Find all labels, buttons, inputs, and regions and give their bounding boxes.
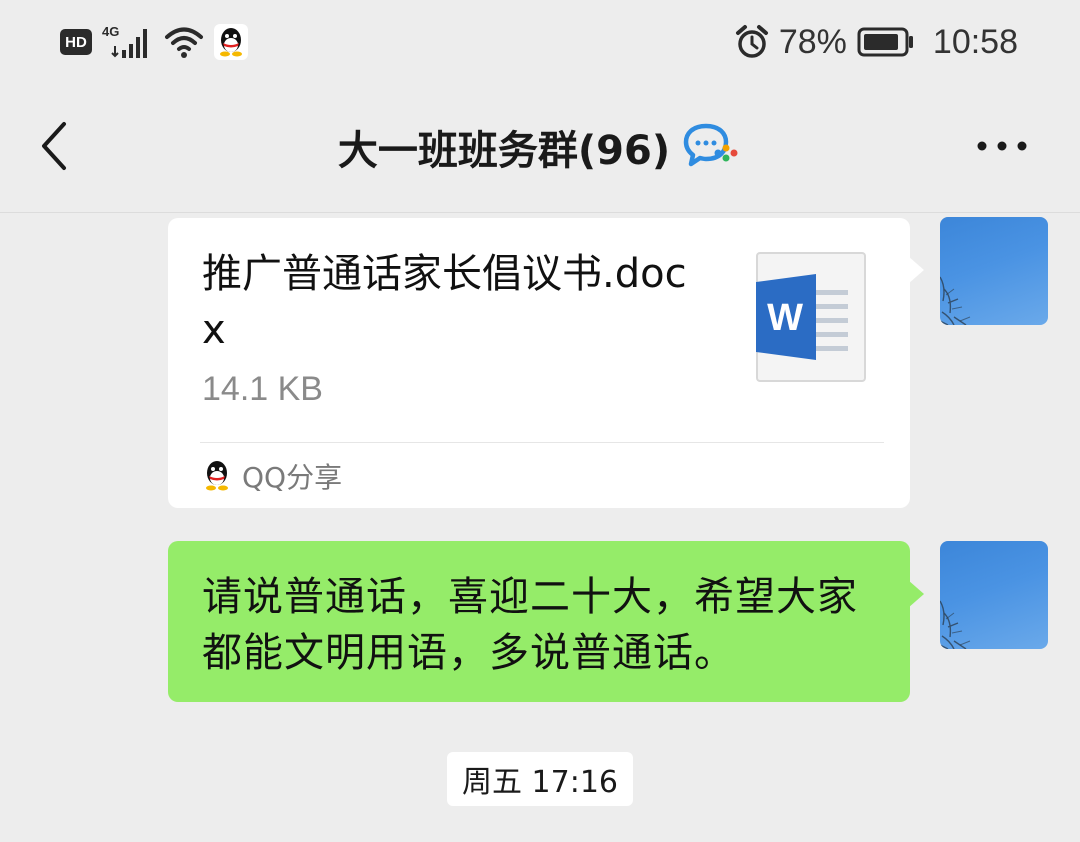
signal-icon: 4G	[102, 24, 154, 60]
status-bar-right: 78% 10:58	[735, 22, 1018, 62]
chat-bubble-icon	[683, 123, 738, 167]
chat-header: 大一班班务群(96)	[0, 84, 1080, 213]
avatar[interactable]	[940, 217, 1048, 325]
word-document-icon: W	[756, 252, 866, 382]
more-dots-icon[interactable]	[972, 124, 1032, 168]
qq-icon	[206, 461, 228, 491]
file-message-card[interactable]: 推广普通话家长倡议书.docx 14.1 KB W QQ分享	[168, 218, 910, 508]
status-bar-left: HD 4G	[60, 22, 248, 62]
file-source-label: QQ分享	[242, 461, 343, 494]
battery-percent: 78%	[778, 22, 847, 61]
wifi-icon	[165, 27, 203, 58]
file-card-tail	[908, 256, 924, 284]
file-size: 14.1 KB	[202, 370, 323, 408]
status-bar: HD 4G 78% 10:58	[0, 0, 1080, 84]
chat-title-group: 大一班班务群(96)	[0, 118, 1080, 176]
chat-screen: HD 4G 78% 10:58 大一班班务群(96) 推广普通话家长倡议书.do…	[0, 0, 1080, 842]
alarm-icon	[735, 25, 768, 58]
text-message-bubble[interactable]: 请说普通话，喜迎二十大，希望大家都能文明用语，多说普通话。	[168, 541, 910, 702]
avatar[interactable]	[940, 541, 1048, 649]
file-card-divider	[200, 442, 884, 443]
hd-badge: HD	[60, 29, 92, 55]
clock-time: 10:58	[932, 22, 1018, 61]
message-text: 请说普通话，喜迎二十大，希望大家都能文明用语，多说普通话。	[202, 574, 858, 676]
message-timestamp: 周五 17:16	[447, 752, 633, 806]
file-name: 推广普通话家长倡议书.docx	[202, 251, 687, 353]
svg-text:W: W	[767, 297, 803, 339]
qq-icon	[214, 24, 248, 60]
battery-icon	[857, 27, 913, 57]
file-source: QQ分享	[202, 456, 342, 496]
chat-title: 大一班班务群(96)	[337, 128, 671, 174]
text-bubble-tail	[908, 580, 924, 608]
